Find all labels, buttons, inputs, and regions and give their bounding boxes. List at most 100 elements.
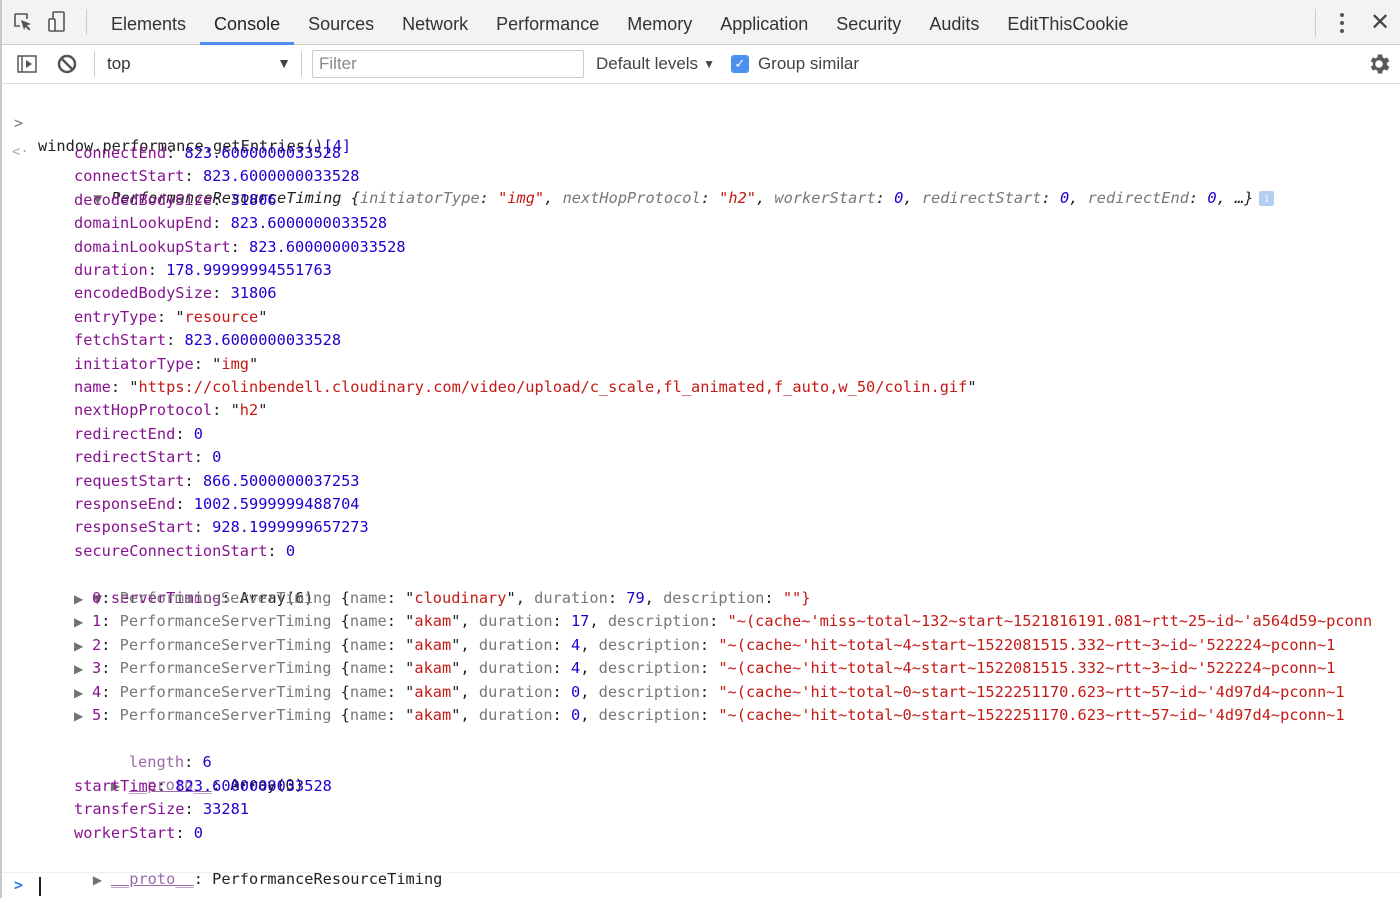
- object-proto-row[interactable]: ▶ __proto__: PerformanceResourceTiming: [56, 845, 443, 888]
- server-timing-row[interactable]: ▼ serverTiming: Array(6): [56, 564, 314, 607]
- server-timing-item[interactable]: ▶ 2: PerformanceServerTiming {name: "akam…: [74, 634, 1335, 657]
- property-value: 33281: [202, 800, 249, 819]
- server-timing-item[interactable]: ▶ 0: PerformanceServerTiming {name: "clou…: [74, 587, 810, 610]
- tab-security[interactable]: Security: [822, 0, 915, 45]
- server-timing-item[interactable]: ▶ 1: PerformanceServerTiming {name: "akam…: [74, 610, 1372, 633]
- preview-value: "h2": [719, 189, 756, 207]
- tab-memory[interactable]: Memory: [613, 0, 706, 45]
- property-key: decodedBodySize: [74, 190, 213, 209]
- property-key: redirectEnd: [74, 424, 176, 443]
- info-icon[interactable]: i: [1259, 191, 1275, 206]
- property-value: 178.99999994551763: [166, 261, 332, 279]
- property-key: transferSize: [74, 800, 185, 819]
- preview-ellipsis: …}: [1234, 189, 1254, 207]
- server-timing-item[interactable]: ▶ 4: PerformanceServerTiming {name: "akam…: [74, 681, 1345, 704]
- show-sidebar-icon[interactable]: [12, 49, 42, 79]
- tab-application[interactable]: Application: [706, 0, 822, 45]
- item-name: cloudinary: [414, 589, 507, 607]
- tab-audits[interactable]: Audits: [915, 0, 993, 45]
- property-value[interactable]: https://colinbendell.cloudinary.com/vide…: [138, 378, 967, 396]
- array-length-row: length: 6: [128, 753, 212, 771]
- expand-triangle-icon[interactable]: ▶: [74, 611, 92, 634]
- devtools-tabbar: Elements Console Sources Network Perform…: [0, 0, 1400, 45]
- array-proto-row[interactable]: ▶ __proto__: Array(0): [74, 751, 304, 794]
- preview-value: 0: [1059, 189, 1070, 207]
- context-selector[interactable]: top ▼: [101, 49, 299, 79]
- item-duration: 4: [570, 635, 581, 654]
- property-row: startTime: 823.6000000033528: [74, 777, 332, 795]
- property-value: 31806: [230, 190, 277, 209]
- tab-network[interactable]: Network: [388, 0, 482, 45]
- property-key: fetchStart: [74, 331, 167, 350]
- server-timing-item[interactable]: ▶ 3: PerformanceServerTiming {name: "akam…: [74, 657, 1335, 680]
- property-row: redirectStart: 0: [74, 448, 222, 467]
- inspect-element-icon[interactable]: [8, 7, 38, 37]
- tab-performance[interactable]: Performance: [482, 0, 613, 45]
- item-description: "~(cache~'hit~total~4~start~1522081515.3…: [718, 635, 1336, 654]
- property-key: entryType: [74, 307, 157, 326]
- log-levels-dropdown[interactable]: Default levels ▼: [596, 54, 715, 74]
- property-value: 0: [193, 424, 203, 443]
- property-row: name: "https://colinbendell.cloudinary.c…: [74, 378, 977, 396]
- expand-triangle-icon[interactable]: ▶: [74, 588, 92, 611]
- property-key: connectStart: [74, 167, 185, 186]
- group-similar-checkbox[interactable]: ✓: [730, 55, 749, 73]
- item-index: 0: [92, 589, 102, 607]
- console-input[interactable]: >: [2, 872, 1400, 898]
- expand-triangle-icon[interactable]: ▶: [74, 705, 92, 728]
- property-key: initiatorType: [74, 354, 194, 373]
- console-command: > window.performance.getEntries()[4]: [2, 89, 351, 155]
- property-row: redirectEnd: 0: [74, 424, 203, 443]
- property-value: img: [221, 354, 250, 373]
- property-row: workerStart: 0: [74, 823, 203, 842]
- preview-key: nextHopProtocol: [562, 189, 701, 207]
- gear-icon[interactable]: [1366, 51, 1392, 77]
- item-index: 1: [92, 612, 102, 631]
- item-duration: 4: [570, 659, 581, 678]
- filter-input[interactable]: [312, 50, 584, 78]
- property-row: entryType: "resource": [74, 307, 268, 326]
- property-value: resource: [184, 307, 259, 326]
- expand-triangle-icon[interactable]: ▶: [74, 635, 92, 658]
- item-name: akam: [414, 635, 452, 654]
- item-name: akam: [414, 682, 452, 701]
- property-value: 1002.5999999488704: [193, 495, 360, 513]
- item-index: 4: [92, 682, 102, 701]
- property-key: duration: [74, 261, 148, 279]
- server-timing-item[interactable]: ▶ 5: PerformanceServerTiming {name: "akam…: [74, 704, 1345, 727]
- console-toolbar: top ▼ Default levels ▼ ✓ Group similar: [0, 45, 1400, 84]
- property-key: requestStart: [74, 471, 185, 490]
- tab-console[interactable]: Console: [200, 0, 295, 45]
- tab-elements[interactable]: Elements: [97, 0, 200, 45]
- property-value: 0: [193, 823, 203, 842]
- prompt-chevron-icon: >: [14, 876, 24, 894]
- property-row: connectStart: 823.6000000033528: [74, 167, 360, 186]
- kebab-menu-icon[interactable]: [1332, 8, 1352, 38]
- property-row: duration: 178.99999994551763: [74, 261, 332, 279]
- result-summary[interactable]: <· ▼ PerformanceResourceTiming {initiator…: [2, 118, 1275, 207]
- toolbar-divider: [86, 9, 87, 35]
- preview-value: 0: [1207, 189, 1217, 207]
- toolbar-divider: [1315, 8, 1316, 37]
- tab-sources[interactable]: Sources: [294, 0, 388, 45]
- property-key: nextHopProtocol: [74, 401, 213, 420]
- preview-value: 0: [894, 189, 904, 207]
- property-key: domainLookupStart: [74, 237, 231, 256]
- context-value: top: [107, 54, 131, 73]
- property-value: h2: [239, 401, 259, 420]
- property-value: 0: [285, 541, 296, 560]
- property-value: 823.6000000033528: [230, 214, 388, 233]
- tab-editthiscookie[interactable]: EditThisCookie: [993, 0, 1142, 45]
- clear-console-icon[interactable]: [52, 49, 82, 79]
- tabbar-actions: ✕: [1315, 0, 1400, 45]
- expand-triangle-icon[interactable]: ▶: [74, 658, 92, 681]
- property-row: fetchStart: 823.6000000033528: [74, 331, 342, 350]
- group-similar-label: Group similar: [757, 54, 860, 73]
- property-key: redirectStart: [74, 448, 194, 467]
- close-icon[interactable]: ✕: [1368, 8, 1392, 38]
- item-name: akam: [414, 706, 452, 724]
- property-key: connectEnd: [74, 144, 167, 162]
- property-value: 823.6000000033528: [175, 777, 332, 795]
- expand-triangle-icon[interactable]: ▶: [74, 682, 92, 705]
- device-toolbar-icon[interactable]: [42, 7, 72, 37]
